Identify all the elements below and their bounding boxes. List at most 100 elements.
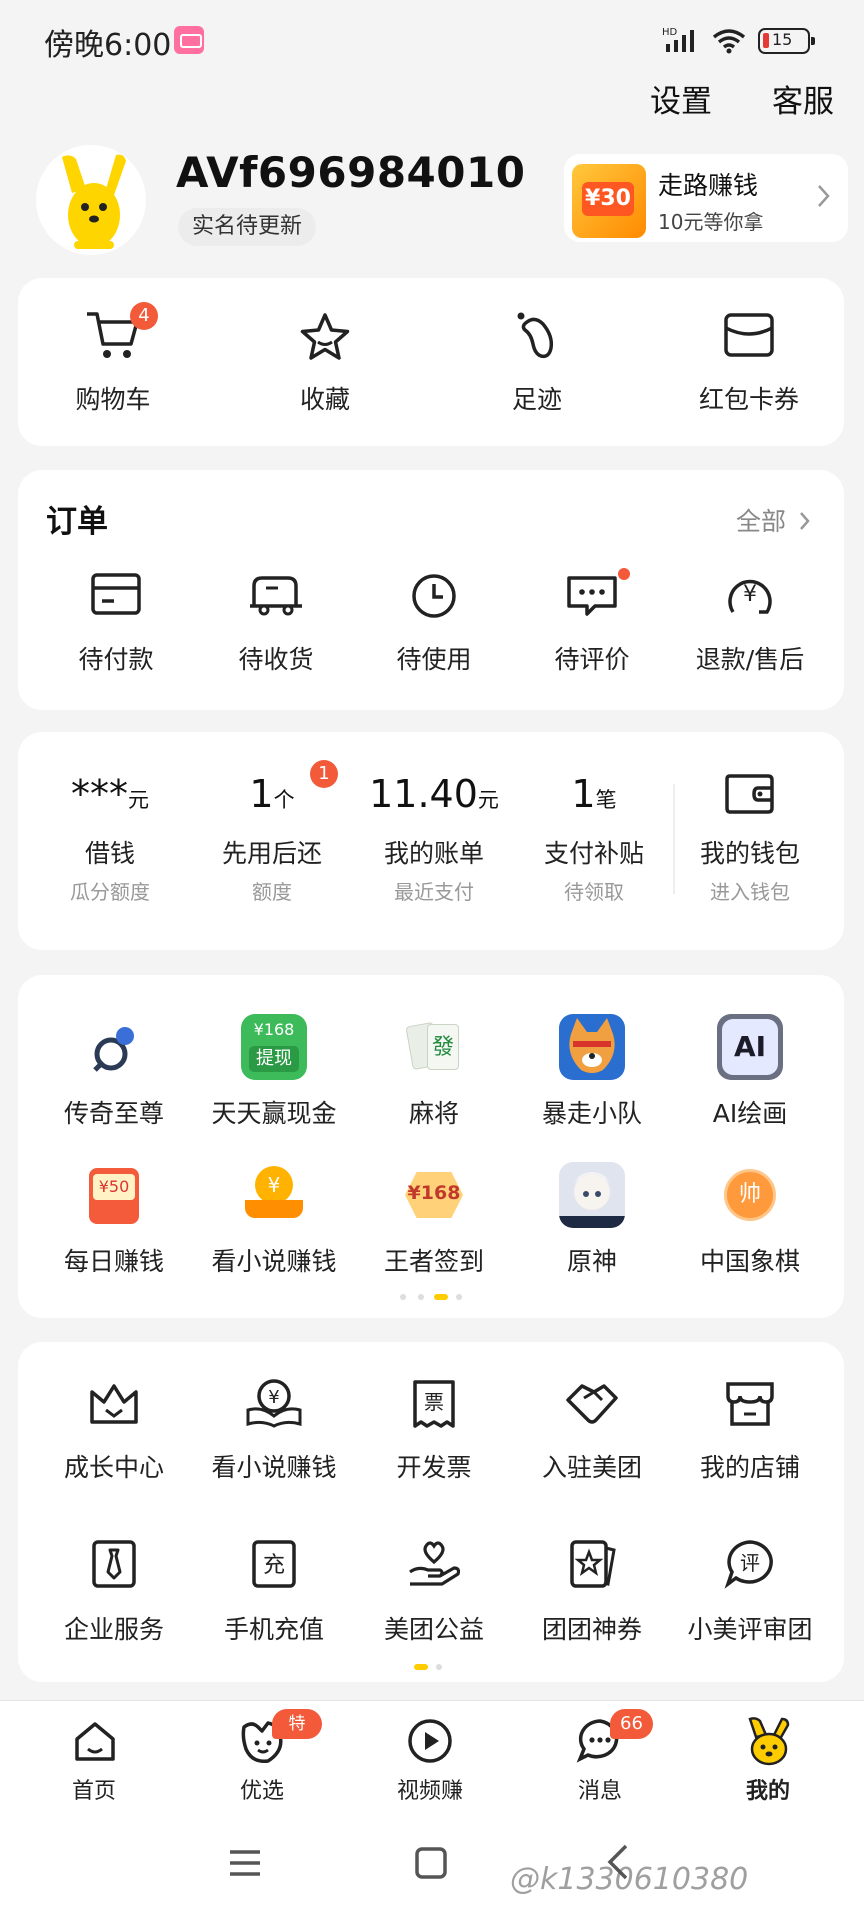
service-label: 成长中心 bbox=[63, 1453, 164, 1482]
app-legend-game[interactable]: 传奇至尊 bbox=[34, 1010, 194, 1140]
customer-service-link[interactable]: 客服 bbox=[772, 76, 834, 121]
invoice-icon: 票 bbox=[411, 1378, 457, 1434]
cash-amount-text: ¥168 bbox=[253, 1020, 295, 1039]
service-label: 美团公益 bbox=[383, 1615, 484, 1644]
app-king-checkin[interactable]: ¥168 王者签到 bbox=[354, 1158, 514, 1288]
pager-dot bbox=[400, 1294, 406, 1300]
app-label: 原神 bbox=[566, 1247, 617, 1276]
finance-amount: 1 bbox=[249, 772, 274, 816]
quick-link-footprint[interactable]: 足迹 bbox=[442, 278, 632, 446]
crown-icon bbox=[86, 1378, 142, 1432]
finance-loan[interactable]: ***元 借钱 瓜分额度 bbox=[30, 760, 190, 910]
order-pending-payment[interactable]: 待付款 bbox=[36, 560, 196, 680]
finance-sub: 最近支付 bbox=[394, 880, 474, 904]
service-charity[interactable]: 美团公益 bbox=[354, 1532, 514, 1662]
bottom-nav: 首页 特价 优选 视频赚 66 消息 我的 bbox=[0, 1700, 864, 1812]
charity-icon bbox=[406, 1538, 462, 1594]
quick-link-cart[interactable]: 4 购物车 bbox=[18, 278, 208, 446]
nav-label: 视频赚 bbox=[396, 1779, 463, 1804]
finance-unit: 元 bbox=[128, 788, 149, 812]
app-mahjong[interactable]: 發 麻将 bbox=[354, 1010, 514, 1140]
avatar[interactable] bbox=[36, 145, 146, 255]
finance-value: 1笔 bbox=[514, 772, 674, 816]
nav-label: 我的 bbox=[745, 1779, 790, 1804]
app-genshin[interactable]: 原神 bbox=[512, 1158, 672, 1288]
service-invoice[interactable]: 票 开发票 bbox=[354, 1370, 514, 1500]
service-growth-center[interactable]: 成长中心 bbox=[34, 1370, 194, 1500]
nav-home[interactable]: 首页 bbox=[34, 1701, 154, 1813]
service-label: 企业服务 bbox=[63, 1615, 164, 1644]
app-dog-squad[interactable]: 暴走小队 bbox=[512, 1010, 672, 1140]
nav-mine[interactable]: 我的 bbox=[708, 1701, 828, 1813]
svg-text:充: 充 bbox=[263, 1553, 285, 1578]
finance-my-bill[interactable]: 11.40元 我的账单 最近支付 bbox=[354, 760, 514, 910]
finance-label: 支付补贴 bbox=[543, 839, 644, 868]
youxuan-promo-badge: 特价 bbox=[272, 1709, 322, 1764]
orders-view-all-link[interactable]: 全部 bbox=[736, 502, 812, 538]
shop-icon bbox=[724, 1378, 776, 1432]
chevron-right-icon bbox=[816, 182, 832, 217]
app-chinese-chess[interactable]: 帅 中国象棋 bbox=[670, 1158, 830, 1288]
finance-amount: 11.40 bbox=[369, 772, 478, 816]
app-daily-cash[interactable]: ¥168 提现 天天赢现金 bbox=[194, 1010, 354, 1140]
service-enterprise[interactable]: 企业服务 bbox=[34, 1532, 194, 1662]
status-bar: 傍晚6:00 HD 15 bbox=[0, 0, 864, 80]
finance-pay-later[interactable]: 1个 1 先用后还 额度 bbox=[192, 760, 352, 910]
status-time: 傍晚6:00 bbox=[44, 28, 172, 63]
battery-level: 15 bbox=[772, 30, 793, 49]
walk-earn-title: 走路赚钱 bbox=[658, 171, 759, 200]
settings-link[interactable]: 设置 bbox=[650, 76, 712, 121]
order-status-label: 待付款 bbox=[78, 645, 154, 674]
home-square-icon[interactable] bbox=[414, 1846, 448, 1884]
service-voucher[interactable]: 团团神券 bbox=[512, 1532, 672, 1662]
quick-link-favorites[interactable]: 收藏 bbox=[230, 278, 420, 446]
coupon-icon bbox=[723, 312, 775, 362]
service-my-shop[interactable]: 我的店铺 bbox=[670, 1370, 830, 1500]
signal-icon: HD bbox=[662, 26, 706, 58]
order-status-label: 待收货 bbox=[238, 645, 314, 674]
nav-youxuan[interactable]: 特价 优选 bbox=[202, 1701, 322, 1813]
mahjong-icon: 發 bbox=[401, 1014, 467, 1080]
pager-dot-active bbox=[434, 1294, 448, 1300]
finance-sub: 待领取 bbox=[564, 880, 624, 904]
walk-earn-thumb-text: ¥30 bbox=[582, 182, 634, 216]
walk-earn-promo-card[interactable]: ¥30 走路赚钱 10元等你拿 bbox=[564, 154, 848, 242]
app-label: 天天赢现金 bbox=[211, 1099, 337, 1128]
service-recharge[interactable]: 充 手机充值 bbox=[194, 1532, 354, 1662]
service-join-meituan[interactable]: 入驻美团 bbox=[512, 1370, 672, 1500]
quick-link-coupons[interactable]: 红包卡券 bbox=[654, 278, 844, 446]
service-novel-earn[interactable]: ¥ 看小说赚钱 bbox=[194, 1370, 354, 1500]
review-dot-badge bbox=[618, 568, 630, 580]
novel-money-icon: ¥ bbox=[241, 1162, 307, 1228]
service-label: 入驻美团 bbox=[541, 1453, 642, 1482]
mine-icon bbox=[744, 1715, 794, 1771]
menu-icon[interactable] bbox=[228, 1848, 262, 1882]
svg-text:¥: ¥ bbox=[268, 1387, 279, 1408]
order-pending-receipt[interactable]: 待收货 bbox=[196, 560, 356, 680]
finance-unit: 元 bbox=[477, 788, 499, 812]
app-daily-earn[interactable]: ¥50 每日赚钱 bbox=[34, 1158, 194, 1288]
battery-icon: 15 bbox=[758, 28, 815, 54]
home-icon bbox=[72, 1719, 118, 1769]
nav-video[interactable]: 视频赚 bbox=[370, 1701, 490, 1813]
nav-messages[interactable]: 66 消息 bbox=[540, 1701, 660, 1813]
chess-icon: 帅 bbox=[717, 1162, 783, 1228]
order-refund-aftersale[interactable]: ¥ 退款/售后 bbox=[670, 560, 830, 680]
order-to-review[interactable]: 待评价 bbox=[512, 560, 672, 680]
finance-my-wallet[interactable]: 我的钱包 进入钱包 bbox=[670, 760, 830, 910]
finance-sub: 额度 bbox=[252, 880, 292, 904]
finance-pay-subsidy[interactable]: 1笔 支付补贴 待领取 bbox=[514, 760, 674, 910]
pager-dot bbox=[436, 1664, 442, 1670]
order-to-use[interactable]: 待使用 bbox=[354, 560, 514, 680]
app-label: 每日赚钱 bbox=[63, 1247, 164, 1276]
nav-label: 优选 bbox=[239, 1779, 284, 1804]
app-ai-paint[interactable]: AI AI绘画 bbox=[670, 1010, 830, 1140]
handshake-icon bbox=[564, 1378, 620, 1432]
service-review-team[interactable]: 评 小美评审团 bbox=[670, 1532, 830, 1662]
nav-label: 消息 bbox=[577, 1779, 622, 1804]
service-label: 我的店铺 bbox=[699, 1453, 800, 1482]
app-novel-earn[interactable]: ¥ 看小说赚钱 bbox=[194, 1158, 354, 1288]
cash-withdraw-text: 提现 bbox=[249, 1046, 299, 1072]
dog-game-icon bbox=[559, 1014, 625, 1080]
verify-status-tag[interactable]: 实名待更新 bbox=[178, 208, 317, 246]
